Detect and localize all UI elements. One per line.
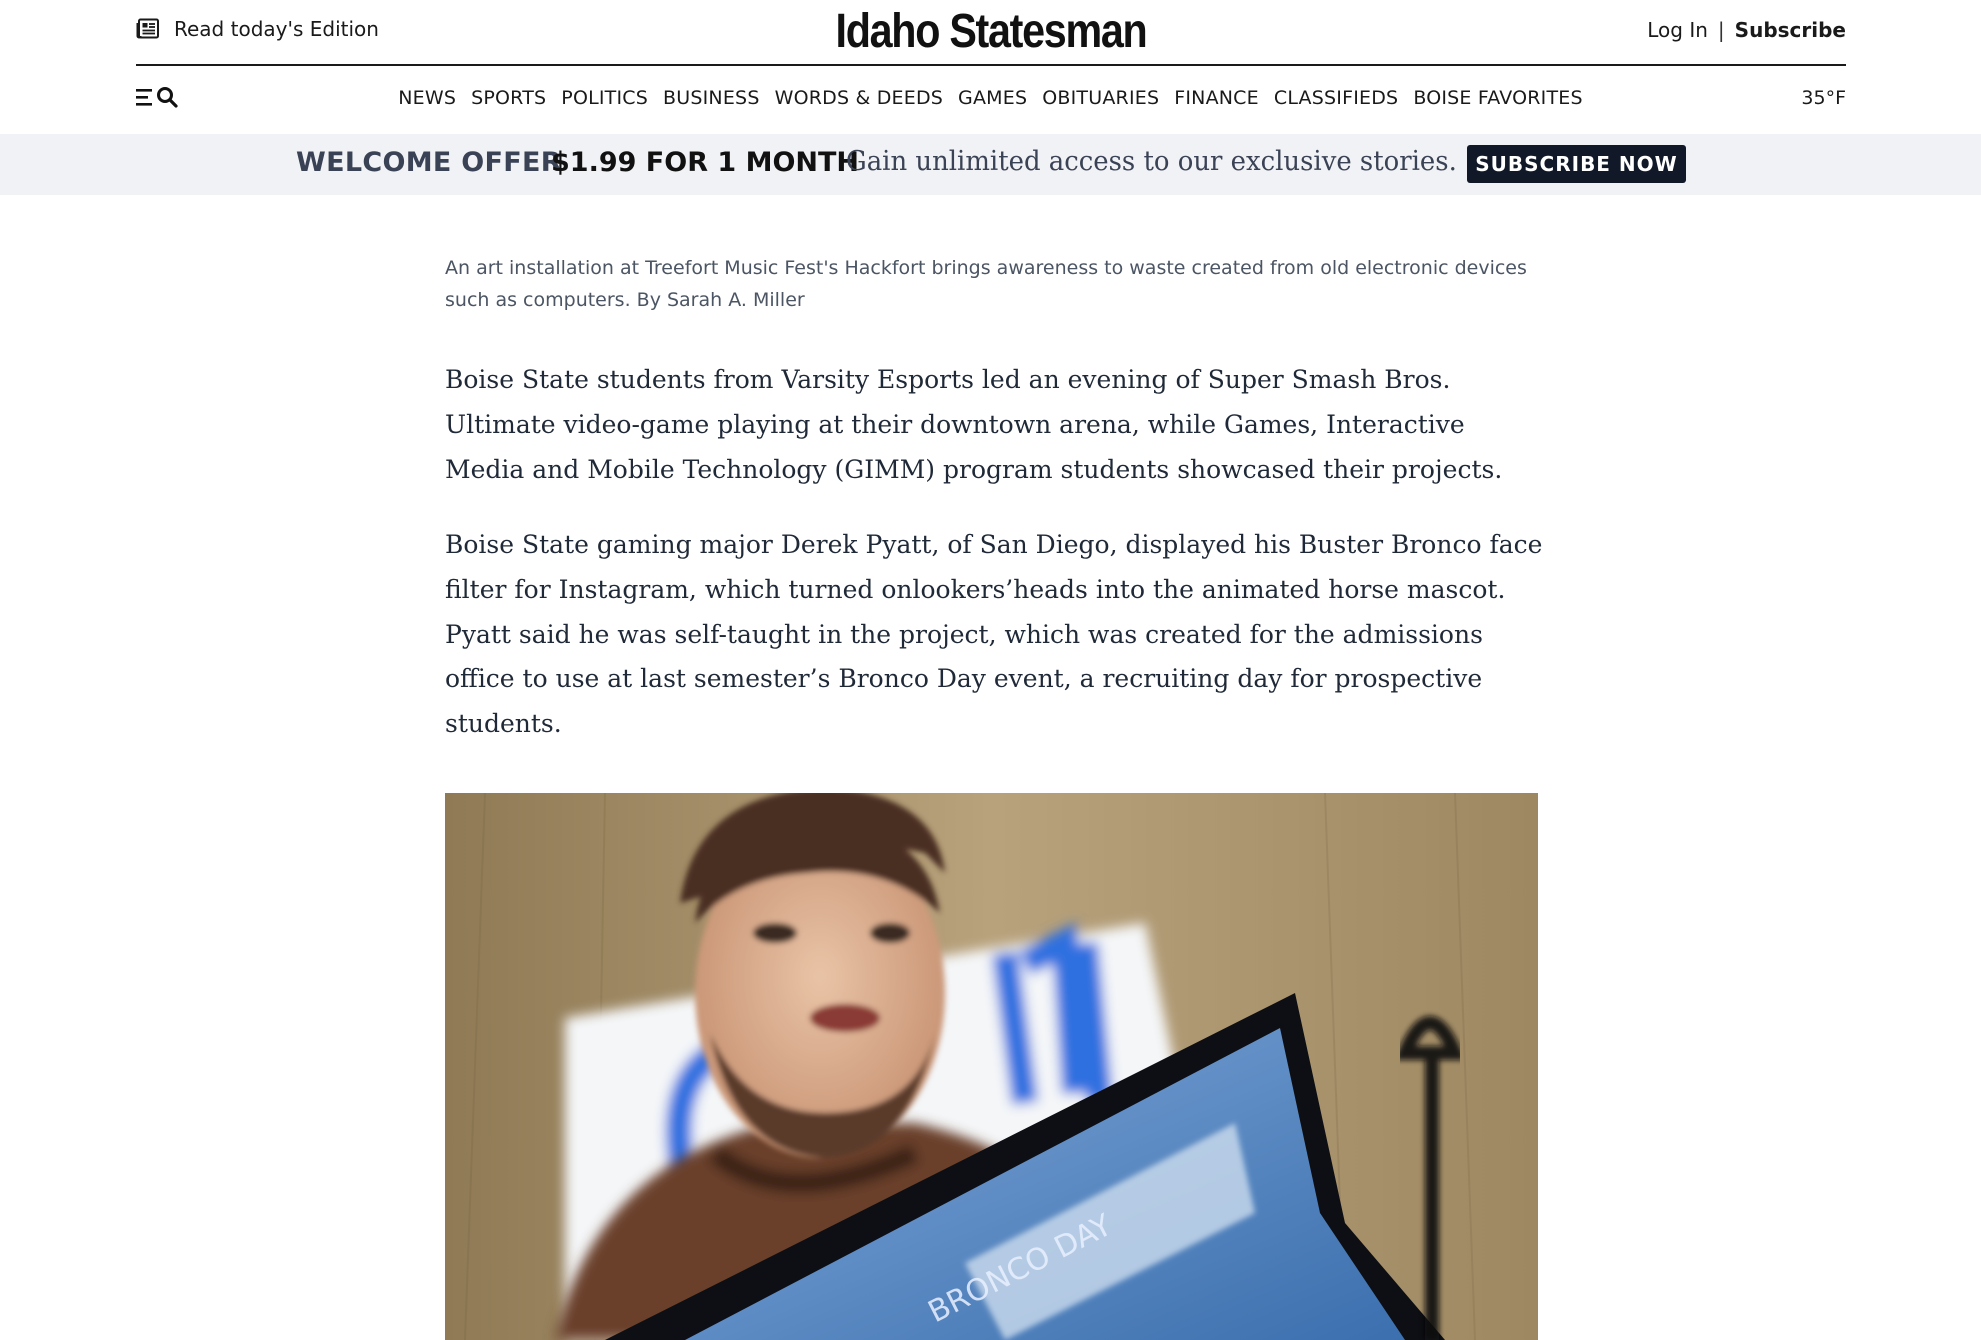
login-link[interactable]: Log In (1647, 18, 1708, 42)
nav-links: NEWS SPORTS POLITICS BUSINESS WORDS & DE… (0, 87, 1981, 109)
nav-item-politics[interactable]: POLITICS (561, 87, 648, 109)
welcome-offer-banner: WELCOME OFFER $1.99 FOR 1 MONTH Gain unl… (0, 134, 1981, 195)
article-paragraph: Boise State students from Varsity Esport… (445, 365, 1503, 484)
nav-item-sports[interactable]: SPORTS (471, 87, 546, 109)
site-logo[interactable]: Idaho Statesman (256, 4, 1727, 59)
subscribe-link[interactable]: Subscribe (1735, 18, 1846, 42)
photo-caption: An art installation at Treefort Music Fe… (445, 257, 1527, 311)
nav-item-games[interactable]: GAMES (958, 87, 1027, 109)
main-nav: NEWS SPORTS POLITICS BUSINESS WORDS & DE… (0, 66, 1981, 134)
nav-item-finance[interactable]: FINANCE (1174, 87, 1259, 109)
article-paragraph: Boise State gaming major Derek Pyatt, of… (445, 530, 1543, 739)
weather-temperature[interactable]: 35°F (1801, 87, 1846, 109)
account-separator: | (1717, 18, 1725, 42)
nav-item-boise-favorites[interactable]: BOISE FAVORITES (1413, 87, 1582, 109)
newspaper-icon (136, 18, 160, 40)
nav-item-words-deeds[interactable]: WORDS & DEEDS (775, 87, 943, 109)
nav-item-news[interactable]: NEWS (398, 87, 456, 109)
masthead: Read today's Edition Idaho Statesman Log… (136, 0, 1846, 66)
nav-item-classifieds[interactable]: CLASSIFIEDS (1274, 87, 1398, 109)
article-photo[interactable]: BRONCO DAY (445, 793, 1538, 1340)
offer-tagline: Gain unlimited access to our exclusive s… (846, 146, 1457, 177)
nav-item-obituaries[interactable]: OBITUARIES (1042, 87, 1159, 109)
account-links: Log In | Subscribe (1647, 18, 1846, 42)
nav-item-business[interactable]: BUSINESS (663, 87, 760, 109)
offer-price: $1.99 FOR 1 MONTH (551, 147, 860, 178)
offer-heading: WELCOME OFFER (296, 147, 562, 178)
subscribe-now-button[interactable]: SUBSCRIBE NOW (1467, 145, 1686, 183)
